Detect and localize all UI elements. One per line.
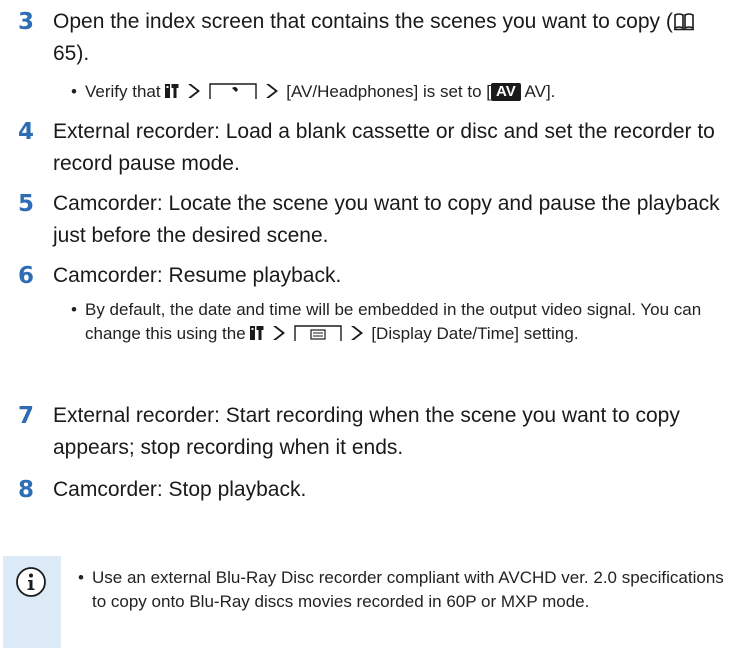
book-reference-icon	[673, 13, 694, 31]
step-text: Camcorder: Locate the scene you want to …	[53, 192, 720, 247]
chevron-right-icon	[265, 84, 278, 98]
step-number: 6	[18, 263, 35, 289]
chevron-right-icon	[350, 326, 363, 340]
step-number: 3	[18, 9, 35, 35]
info-icon	[16, 567, 46, 597]
display-tab-icon	[294, 325, 342, 341]
settings-tab-icon	[209, 83, 257, 99]
step-number: 8	[18, 477, 35, 503]
chevron-right-icon	[273, 326, 286, 340]
step-text: Camcorder: Resume playback.	[53, 264, 342, 287]
manual-page: 3 Open the index screen that contains th…	[0, 0, 734, 648]
menu-icon	[250, 326, 264, 340]
step-number: 4	[18, 119, 35, 145]
note-text: • Use an external Blu-Ray Disc recorder …	[78, 568, 724, 611]
step-text: External recorder: Load a blank cassette…	[53, 120, 715, 175]
bullet-dot: •	[71, 300, 77, 319]
step-6-bullet: • By default, the date and time will be …	[71, 300, 702, 343]
step-3-bullet: • Verify that [AV/Headphones] is set to …	[71, 80, 731, 104]
bullet-dot: •	[71, 82, 77, 101]
step-text: Open the index screen that contains the …	[53, 6, 729, 70]
av-badge: AV	[491, 83, 521, 101]
chevron-right-icon	[188, 84, 201, 98]
step-text: External recorder: Start recording when …	[53, 404, 680, 459]
step-text: Camcorder: Stop playback.	[53, 478, 307, 501]
bullet-dot: •	[78, 568, 84, 587]
menu-icon	[165, 84, 179, 98]
step-number: 7	[18, 403, 35, 429]
step-number: 5	[18, 191, 35, 217]
